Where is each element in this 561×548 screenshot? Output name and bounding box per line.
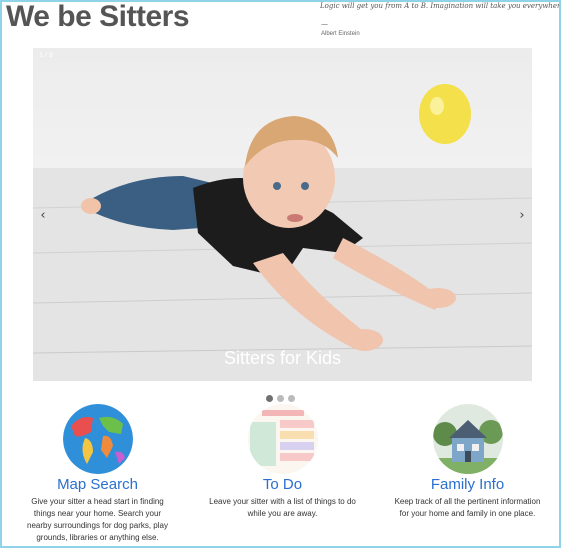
slide-caption: Sitters for Kids (223, 348, 342, 368)
slide-image (33, 84, 532, 381)
feature-family-info: Family Info Keep track of all the pertin… (380, 404, 555, 520)
feature-title[interactable]: To Do (195, 476, 370, 493)
previous-slide-button[interactable]: ‹ (36, 206, 50, 226)
feature-title[interactable]: Map Search (10, 476, 185, 493)
todo-list-icon[interactable] (247, 404, 318, 474)
slideshow: 1 / 3 Sitters for Kids ‹ › (33, 48, 532, 381)
world-map-icon[interactable] (62, 404, 133, 474)
quote-text: Logic will get you from A to B. Imaginat… (320, 2, 560, 10)
slide-dot-1[interactable] (266, 395, 273, 402)
house-icon[interactable] (432, 404, 503, 474)
slide-dots (266, 395, 295, 402)
quote-author: Albert Einstein (321, 31, 360, 37)
feature-description: Give your sitter a head start in finding… (27, 497, 168, 542)
feature-description: Leave your sitter with a list of things … (209, 497, 356, 518)
next-slide-button[interactable]: › (515, 206, 529, 226)
feature-to-do: To Do Leave your sitter with a list of t… (195, 404, 370, 520)
slide-counter: 1 / 3 (39, 52, 53, 59)
feature-description: Keep track of all the pertinent informat… (394, 497, 541, 518)
slide-dot-3[interactable] (288, 395, 295, 402)
quote-dash: — (321, 20, 328, 28)
feature-title[interactable]: Family Info (380, 476, 555, 493)
page-frame: We be Sitters Logic will get you from A … (0, 0, 561, 548)
feature-map-search: Map Search Give your sitter a head start… (10, 404, 185, 544)
slide-dot-2[interactable] (277, 395, 284, 402)
site-title: We be Sitters (6, 0, 190, 33)
